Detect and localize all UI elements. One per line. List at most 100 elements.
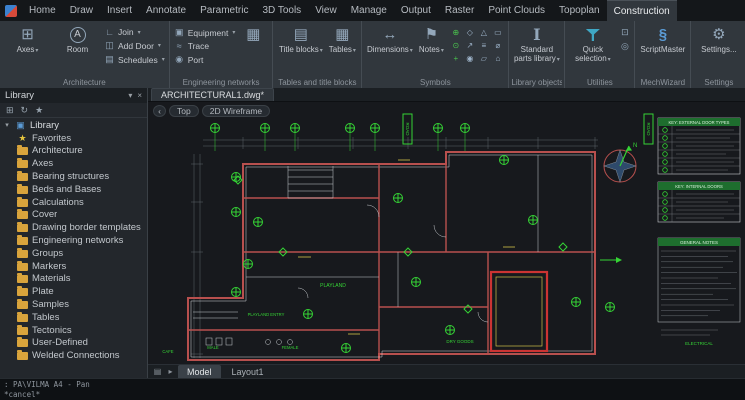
title-blocks-button[interactable]: ▤ Title blocks▾ — [277, 24, 324, 56]
key-internal-title: KEY: INTERNAL DOORS — [675, 184, 723, 189]
tree-item-welded-connections[interactable]: Welded Connections — [0, 349, 147, 362]
ribbon-tab-raster[interactable]: Raster — [438, 0, 481, 21]
add-door-button[interactable]: ◫Add Door▾ — [104, 40, 165, 51]
tree-item-materials[interactable]: Materials — [0, 273, 147, 286]
folder-icon — [17, 263, 28, 271]
tree-item-label: Tectonics — [32, 325, 72, 336]
ribbon-tab-3d-tools[interactable]: 3D Tools — [255, 0, 308, 21]
group-label-tables-title-blocks: Tables and title blocks — [275, 78, 359, 87]
symbol-diameter-icon[interactable]: ⌀ — [491, 39, 504, 51]
tree-item-markers[interactable]: Markers — [0, 260, 147, 273]
standard-parts-library-button[interactable]: I Standard parts library▾ — [513, 24, 560, 65]
close-icon[interactable]: × — [137, 91, 142, 100]
tree-item-beds-and-bases[interactable]: Beds and Bases — [0, 183, 147, 196]
symbol-diamond-icon[interactable]: ◇ — [463, 26, 476, 38]
ribbon-tab-manage[interactable]: Manage — [344, 0, 394, 21]
room-button[interactable]: A Room — [54, 24, 101, 55]
schedules-button[interactable]: ▤Schedules▾ — [104, 54, 165, 65]
expand-all-icon[interactable]: ⊞ — [6, 105, 14, 116]
library-panel-header[interactable]: Library ▾ × — [0, 88, 147, 103]
tree-item-drawing-border-templates[interactable]: Drawing border templates — [0, 221, 147, 234]
symbol-leader-icon[interactable]: ↗ — [463, 39, 476, 51]
viewcube-back-button[interactable]: ‹ — [153, 105, 166, 117]
tree-item-favorites[interactable]: ★Favorites — [0, 132, 147, 145]
ribbon-tab-output[interactable]: Output — [394, 0, 438, 21]
symbol-target-icon[interactable]: ⊙ — [449, 39, 462, 51]
room-labels: PLAYLAND PLAYLAND ENTRY MALE FEMALE DRY … — [162, 283, 473, 354]
symbol-bullseye-icon[interactable]: ◉ — [463, 52, 476, 64]
chevron-down-icon: ▾ — [320, 48, 323, 54]
favorites-icon[interactable]: ★ — [35, 105, 43, 116]
ribbon-tab-point-clouds[interactable]: Point Clouds — [481, 0, 552, 21]
tree-item-axes[interactable]: Axes — [0, 157, 147, 170]
quick-selection-button[interactable]: Quick selection▾ — [569, 24, 616, 65]
tree-item-library[interactable]: ▾▣Library — [0, 119, 147, 132]
tree-item-architecture[interactable]: Architecture — [0, 145, 147, 158]
drawing-canvas[interactable]: ROAD ROAD N KEY: EXTERNAL DOOR TYPES — [148, 102, 745, 364]
symbol-home-icon[interactable]: ⌂ — [491, 52, 504, 64]
drawing-area: ARCHITECTURAL1.dwg* ‹ Top 2D Wireframe — [148, 88, 745, 378]
tree-item-engineering-networks[interactable]: Engineering networks — [0, 234, 147, 247]
symbol-marker-icon[interactable]: ⊕ — [449, 26, 462, 38]
expand-caret-icon[interactable]: ▾ — [3, 121, 11, 129]
add-door-label: Add Door — [118, 41, 154, 51]
ribbon-tab-home[interactable]: Home — [22, 0, 63, 21]
app-window: HomeDrawInsertAnnotateParametric3D Tools… — [0, 0, 745, 400]
symbol-lines-icon[interactable]: ≡ — [477, 39, 490, 51]
tree-item-tectonics[interactable]: Tectonics — [0, 324, 147, 337]
axes-button[interactable]: ⊞ Axes▾ — [4, 24, 51, 56]
tree-item-label: Cover — [32, 209, 57, 220]
chevron-down-icon: ▾ — [353, 48, 356, 54]
tree-item-plate[interactable]: Plate — [0, 285, 147, 298]
axes-label: Axes — [17, 45, 35, 54]
document-tab-architectural1[interactable]: ARCHITECTURAL1.dwg* — [151, 88, 274, 101]
document-tab-bar: ARCHITECTURAL1.dwg* — [148, 88, 745, 102]
tree-item-user-defined[interactable]: User-Defined — [0, 337, 147, 350]
layout1-tab[interactable]: Layout1 — [223, 365, 273, 378]
ribbon-tab-construction[interactable]: Construction — [607, 0, 677, 21]
ribbon-tab-annotate[interactable]: Annotate — [139, 0, 193, 21]
model-tab[interactable]: Model — [178, 365, 221, 378]
tree-item-bearing-structures[interactable]: Bearing structures — [0, 170, 147, 183]
select-similar-button[interactable]: ⊡ — [619, 27, 630, 38]
join-button[interactable]: ∟Join▾ — [104, 27, 165, 37]
symbol-plus-icon[interactable]: + — [449, 52, 462, 64]
symbol-rect-icon[interactable]: ▭ — [491, 26, 504, 38]
layout1-tab-label: Layout1 — [232, 367, 264, 377]
tree-item-calculations[interactable]: Calculations — [0, 196, 147, 209]
panel-menu-icon[interactable]: ▾ — [128, 91, 132, 100]
ibeam-icon: I — [533, 25, 540, 45]
folder-icon — [17, 186, 28, 194]
symbol-triangle-icon[interactable]: △ — [477, 26, 490, 38]
dimensions-button[interactable]: ↔ Dimensions▾ — [366, 24, 413, 56]
command-line-panel[interactable]: : PA\VILMA A4 - Pan *cancel* *cancel* — [0, 378, 745, 400]
ribbon-tab-parametric[interactable]: Parametric — [193, 0, 255, 21]
tables-button[interactable]: ▦ Tables▾ — [327, 24, 357, 56]
isolate-button[interactable]: ◎ — [619, 41, 630, 52]
trace-button[interactable]: ≈Trace — [174, 41, 236, 51]
sheet-nav-icon[interactable]: ▸ — [165, 367, 176, 376]
network-library-button[interactable]: ▦ — [238, 24, 268, 46]
visual-style-button[interactable]: 2D Wireframe — [202, 105, 270, 117]
port-button[interactable]: ◉Port — [174, 54, 236, 65]
settings-button[interactable]: ⚙ Settings... — [695, 24, 742, 55]
notes-button[interactable]: ⚑ Notes▾ — [416, 24, 446, 56]
room-icon: A — [70, 25, 86, 45]
tree-item-samples[interactable]: Samples — [0, 298, 147, 311]
app-logo-icon[interactable] — [0, 0, 22, 21]
view-controls: ‹ Top 2D Wireframe — [153, 105, 270, 117]
ribbon-tab-topoplan[interactable]: Topoplan — [552, 0, 607, 21]
tree-item-label: Plate — [32, 286, 54, 297]
sheet-list-icon[interactable]: ▤ — [152, 367, 163, 376]
ribbon-tab-draw[interactable]: Draw — [63, 0, 100, 21]
ribbon-tab-view[interactable]: View — [308, 0, 344, 21]
ribbon-tab-insert[interactable]: Insert — [100, 0, 139, 21]
scriptmaster-button[interactable]: § ScriptMaster — [639, 24, 686, 55]
equipment-button[interactable]: ▣Equipment▾ — [174, 27, 236, 38]
tree-item-tables[interactable]: Tables — [0, 311, 147, 324]
tree-item-groups[interactable]: Groups — [0, 247, 147, 260]
view-orientation-button[interactable]: Top — [169, 105, 199, 117]
refresh-icon[interactable]: ↻ — [21, 105, 29, 116]
symbol-parallelogram-icon[interactable]: ▱ — [477, 52, 490, 64]
tree-item-cover[interactable]: Cover — [0, 209, 147, 222]
